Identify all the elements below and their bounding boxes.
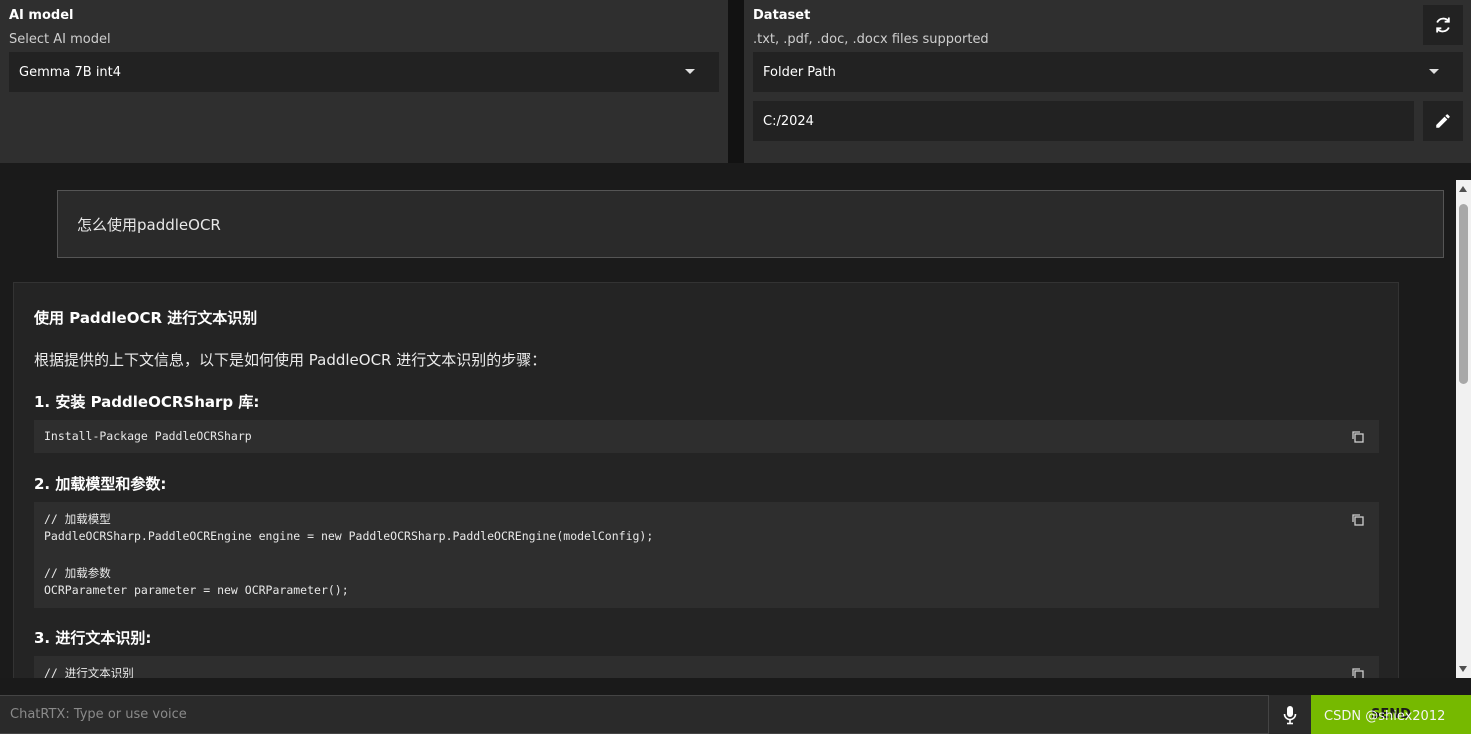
- scroll-down-icon[interactable]: [1459, 666, 1467, 672]
- scroll-thumb[interactable]: [1459, 204, 1468, 384]
- settings-bar: AI model Select AI model Gemma 7B int4 D…: [0, 0, 1471, 163]
- microphone-icon: [1283, 705, 1297, 724]
- copy-icon[interactable]: [1351, 667, 1365, 678]
- code-line: // 进行文本识别: [44, 666, 134, 678]
- dataset-source-value: Folder Path: [763, 64, 836, 80]
- ai-model-panel: AI model Select AI model Gemma 7B int4: [0, 0, 728, 163]
- copy-icon[interactable]: [1351, 430, 1365, 444]
- answer-heading: 使用 PaddleOCR 进行文本识别: [34, 309, 258, 327]
- dataset-path-field[interactable]: C:/2024: [753, 101, 1414, 141]
- input-bar: SEND: [0, 695, 1471, 734]
- caret-down-icon: [1429, 69, 1439, 74]
- chat-scrollbar[interactable]: [1456, 180, 1471, 678]
- code-line: PaddleOCRSharp.PaddleOCREngine engine = …: [44, 529, 654, 543]
- step1-title: 1. 安装 PaddleOCRSharp 库:: [34, 393, 260, 411]
- code-line: Install-Package PaddleOCRSharp: [44, 429, 252, 443]
- send-button[interactable]: SEND: [1311, 695, 1471, 734]
- chat-input[interactable]: [0, 695, 1269, 734]
- user-message-text: 怎么使用paddleOCR: [77, 215, 221, 234]
- step3-title: 3. 进行文本识别:: [34, 629, 152, 647]
- code-block-step1: Install-Package PaddleOCRSharp: [34, 420, 1379, 453]
- code-line: // 加载模型: [44, 512, 111, 526]
- ai-model-subtitle: Select AI model: [9, 32, 111, 47]
- voice-button[interactable]: [1270, 695, 1310, 734]
- edit-path-button[interactable]: [1423, 101, 1463, 141]
- ai-model-select[interactable]: Gemma 7B int4: [9, 52, 719, 92]
- code-block-step2: // 加载模型 PaddleOCRSharp.PaddleOCREngine e…: [34, 502, 1379, 608]
- dataset-title: Dataset: [753, 8, 811, 23]
- assistant-message: 使用 PaddleOCR 进行文本识别 根据提供的上下文信息，以下是如何使用 P…: [13, 282, 1399, 678]
- caret-down-icon: [685, 69, 695, 74]
- dataset-source-select[interactable]: Folder Path: [753, 52, 1463, 92]
- refresh-icon: [1436, 17, 1450, 33]
- code-block-step3: // 进行文本识别: [34, 656, 1379, 678]
- chat-history: 怎么使用paddleOCR 使用 PaddleOCR 进行文本识别 根据提供的上…: [0, 180, 1456, 678]
- user-message: 怎么使用paddleOCR: [57, 190, 1444, 258]
- scroll-up-icon[interactable]: [1459, 186, 1467, 192]
- pencil-icon: [1436, 114, 1450, 128]
- ai-model-title: AI model: [9, 8, 74, 23]
- refresh-button[interactable]: [1423, 5, 1463, 45]
- ai-model-selected-value: Gemma 7B int4: [19, 64, 122, 80]
- code-line: OCRParameter parameter = new OCRParamete…: [44, 583, 349, 597]
- code-line: // 加载参数: [44, 566, 111, 580]
- dataset-path-value: C:/2024: [763, 113, 814, 129]
- dataset-subtitle: .txt, .pdf, .doc, .docx files supported: [753, 32, 989, 47]
- dataset-panel: Dataset .txt, .pdf, .doc, .docx files su…: [744, 0, 1471, 163]
- step2-title: 2. 加载模型和参数:: [34, 475, 167, 493]
- copy-icon[interactable]: [1351, 513, 1365, 527]
- answer-intro: 根据提供的上下文信息，以下是如何使用 PaddleOCR 进行文本识别的步骤：: [34, 351, 547, 369]
